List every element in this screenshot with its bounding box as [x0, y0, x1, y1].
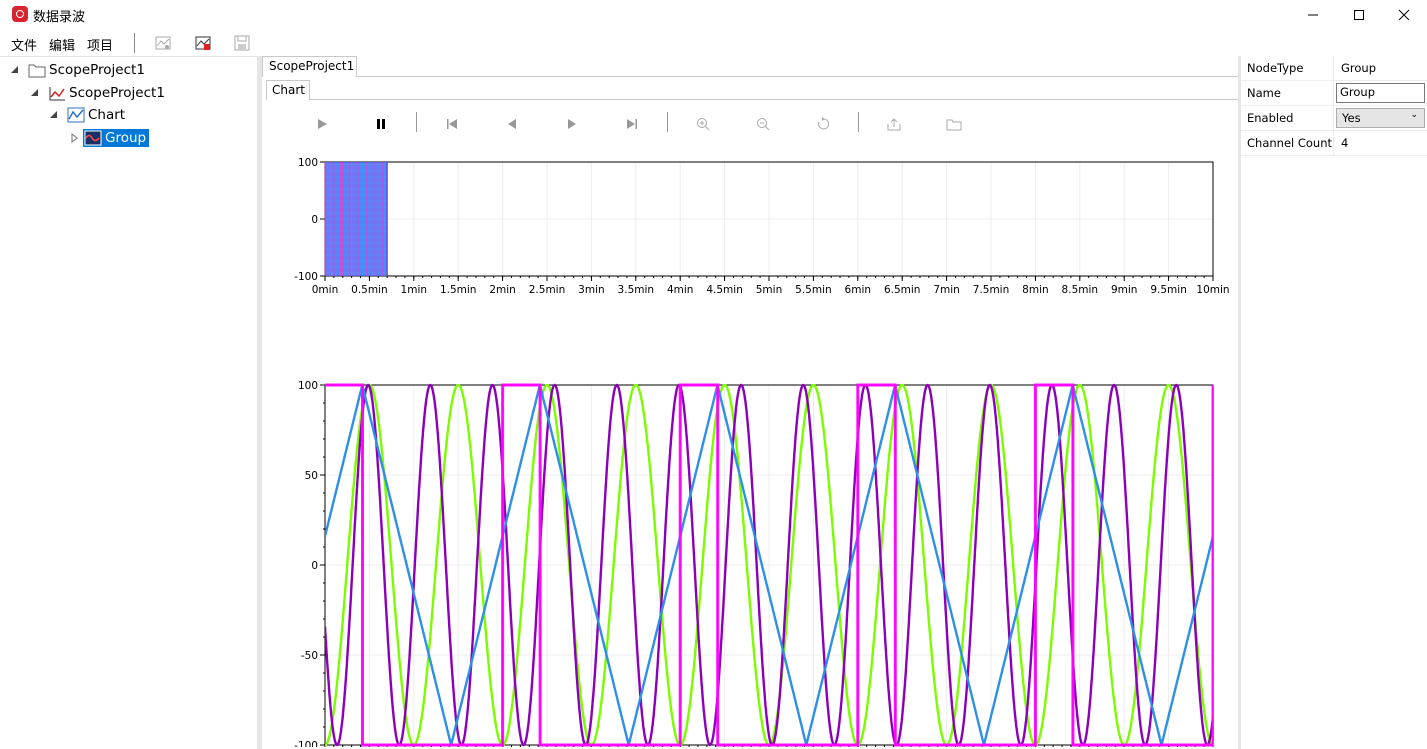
menu-project[interactable]: 项目 [87, 35, 113, 54]
property-row-enabled: Enabled Yes ⌄ [1241, 106, 1427, 131]
tree-node-label: ScopeProject1 [49, 61, 145, 78]
app-window: 数据录波 文件 编辑 项目 ScopeProject1 ScopeProject… [0, 0, 1427, 749]
chart-icon [67, 107, 85, 122]
tree-node-chart[interactable]: Chart [49, 104, 125, 125]
y-tick-label: 0 [311, 560, 318, 572]
main-chart[interactable]: 0s0.5s1s1.5s2s2.5s3s3.5s4s4.5s5s5.5s6s6.… [262, 100, 1238, 747]
y-tick-label: 100 [298, 380, 318, 392]
property-grid: NodeType Group Name Group Enabled Yes ⌄ … [1241, 56, 1427, 749]
document-area: ScopeProject1 Chart 0min 0.5min 1min 1.5… [262, 56, 1238, 749]
tab-scope-project[interactable]: ScopeProject1 [262, 56, 357, 77]
tree-node-project-root[interactable]: ScopeProject1 [10, 59, 145, 80]
folder-icon [28, 64, 46, 77]
enabled-select-value: Yes [1342, 111, 1361, 125]
tab-chart[interactable]: Chart [266, 80, 310, 100]
property-row-nodetype: NodeType Group [1241, 56, 1427, 81]
y-minor-ticks [323, 384, 325, 746]
group-icon [84, 130, 102, 145]
property-value: Group [1341, 61, 1377, 75]
property-row-name: Name Group [1241, 81, 1427, 106]
tree-node-label: Group [105, 129, 147, 146]
save-icon[interactable] [232, 33, 252, 53]
y-tick-label: 50 [305, 470, 318, 482]
close-button[interactable] [1381, 0, 1427, 30]
property-value: 4 [1341, 136, 1349, 150]
menu-bar: 文件 编辑 项目 [0, 30, 1427, 56]
chevron-down-icon: ⌄ [1410, 110, 1418, 120]
tree-node-label: Chart [88, 106, 126, 123]
property-key: Enabled [1247, 111, 1294, 125]
tree-node-group[interactable]: Group [70, 127, 150, 148]
tree-selection[interactable]: Group [83, 128, 150, 147]
property-row-channel-count: Channel Count 4 [1241, 131, 1427, 156]
scope-project-icon [49, 86, 65, 100]
maximize-button[interactable] [1336, 0, 1382, 30]
chart-panel: 0min 0.5min 1min 1.5min 2min 2.5min 3min 3.5min… [262, 100, 1238, 747]
y-tick-label: -50 [301, 650, 318, 662]
y-tick-label: -100 [294, 740, 318, 747]
app-logo-icon [12, 6, 28, 22]
tree-node-label: ScopeProject1 [69, 84, 165, 101]
toolbar-separator [134, 33, 135, 53]
property-key: Channel Count [1247, 136, 1333, 150]
chart-remove-icon[interactable] [193, 33, 213, 53]
project-tree: ScopeProject1 ScopeProject1 Chart Group [0, 56, 257, 749]
title-bar: 数据录波 [0, 0, 1427, 30]
collapse-triangle-icon[interactable] [30, 88, 40, 98]
collapse-triangle-icon[interactable] [49, 110, 59, 120]
name-input[interactable]: Group [1336, 83, 1425, 103]
tree-node-scope-project[interactable]: ScopeProject1 [30, 82, 165, 103]
chart-settings-icon[interactable] [153, 33, 173, 53]
window-title: 数据录波 [33, 10, 86, 25]
tab-strip-line [357, 76, 1238, 77]
enabled-select[interactable]: Yes ⌄ [1336, 108, 1425, 128]
menu-file[interactable]: 文件 [11, 35, 37, 54]
minimize-button[interactable] [1290, 0, 1336, 30]
expand-triangle-icon[interactable] [70, 132, 80, 143]
property-key: Name [1247, 86, 1281, 100]
property-key: NodeType [1247, 61, 1304, 75]
menu-edit[interactable]: 编辑 [49, 35, 75, 54]
collapse-triangle-icon[interactable] [10, 65, 20, 75]
